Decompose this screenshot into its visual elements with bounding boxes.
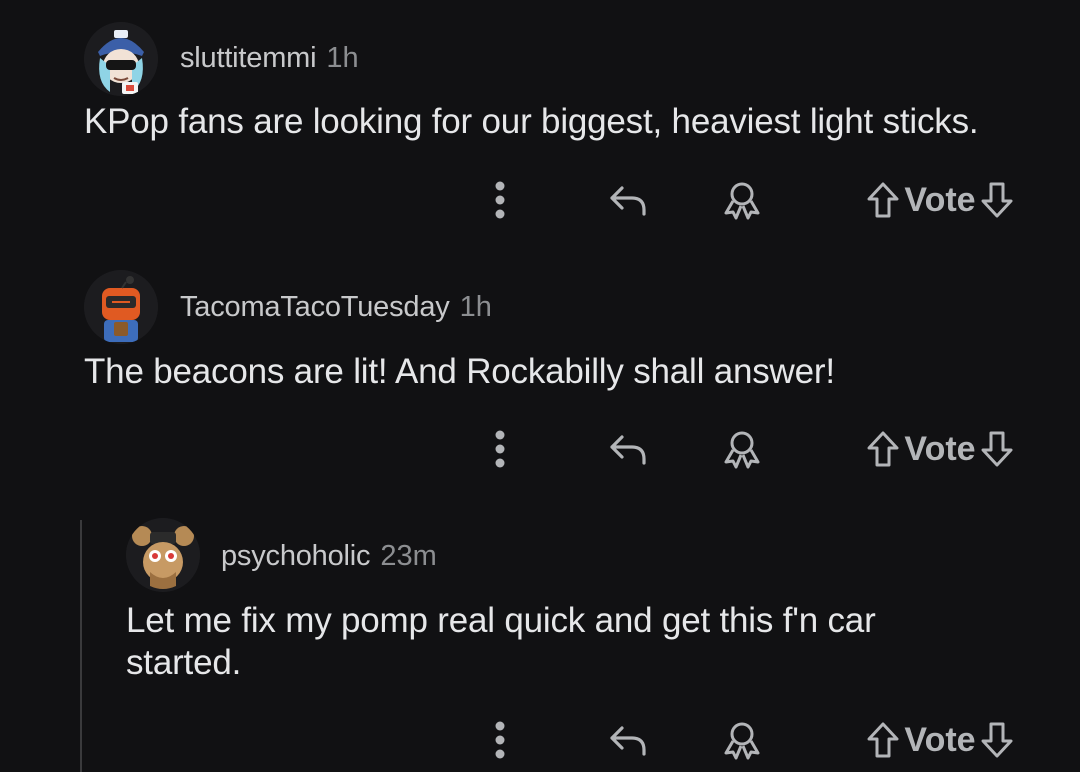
comment-body-line: started. [126,643,242,682]
downvote-button[interactable] [980,430,1014,468]
user-avatar[interactable] [126,518,200,592]
award-button[interactable] [712,419,772,479]
comment-meta: sluttitemmi 1h [180,42,359,75]
downvote-icon [981,431,1013,467]
upvote-icon [867,722,899,758]
vote-label: Vote [904,429,976,468]
downvote-icon [981,722,1013,758]
award-button[interactable] [712,710,772,770]
more-options-button[interactable] [470,419,530,479]
timestamp: 23m [380,540,437,572]
vote-control: Vote [830,419,1050,479]
avatar-icon [84,270,158,344]
more-options-icon [495,430,505,468]
username[interactable]: sluttitemmi [180,42,317,75]
timestamp: 1h [326,42,359,74]
more-options-icon [495,721,505,759]
username[interactable]: TacomaTacoTuesday [180,291,450,324]
upvote-button[interactable] [866,430,900,468]
more-options-button[interactable] [470,170,530,230]
vote-label: Vote [904,180,976,219]
award-button[interactable] [712,170,772,230]
reply-button[interactable] [598,419,658,479]
award-icon [724,431,760,469]
upvote-button[interactable] [866,721,900,759]
comment-body-line: Let me fix my pomp real quick and get th… [126,601,876,640]
more-options-icon [495,181,505,219]
upvote-icon [867,182,899,218]
downvote-icon [981,182,1013,218]
comment-actions: Vote [470,710,1050,770]
award-icon [724,722,760,760]
vote-control: Vote [830,710,1050,770]
comment-actions: Vote [470,419,1050,479]
avatar-icon [126,518,200,592]
avatar-icon [84,22,158,96]
vote-label: Vote [904,720,976,759]
award-icon [724,182,760,220]
upvote-button[interactable] [866,181,900,219]
downvote-button[interactable] [980,721,1014,759]
comment-meta: TacomaTacoTuesday 1h [180,291,492,324]
downvote-button[interactable] [980,181,1014,219]
reply-button[interactable] [598,710,658,770]
username[interactable]: psychoholic [221,540,371,573]
reply-icon [610,435,646,465]
user-avatar[interactable] [84,270,158,344]
comment-meta: psychoholic 23m [221,540,437,573]
comment-body: KPop fans are looking for our biggest, h… [84,102,979,141]
timestamp: 1h [459,291,492,323]
reply-thread-line[interactable] [80,520,82,772]
comment-body: The beacons are lit! And Rockabilly shal… [84,352,835,391]
reply-icon [610,186,646,216]
reply-icon [610,726,646,756]
upvote-icon [867,431,899,467]
reply-button[interactable] [598,170,658,230]
user-avatar[interactable] [84,22,158,96]
more-options-button[interactable] [470,710,530,770]
vote-control: Vote [830,170,1050,230]
comment-actions: Vote [470,170,1050,230]
